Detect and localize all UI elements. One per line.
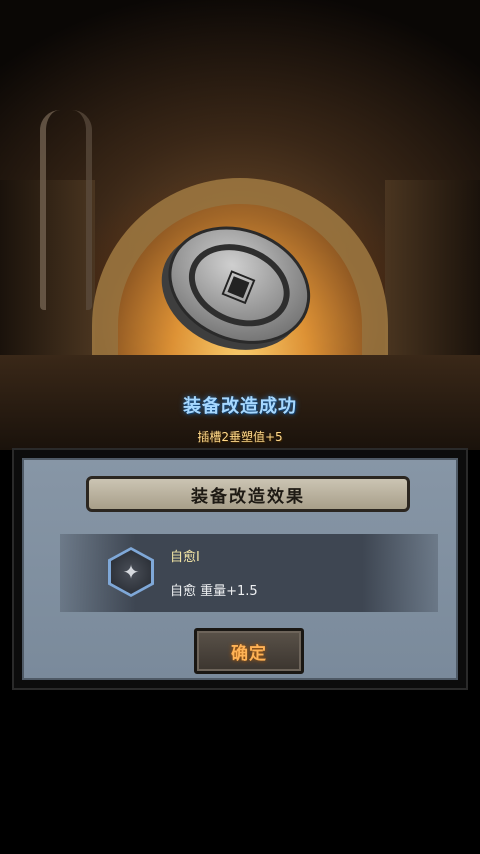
- coin-emblem-icon: ▣: [176, 229, 303, 341]
- effect-icon-frame: ✦: [108, 547, 154, 597]
- effect-description: 自愈 重量+1.5: [170, 584, 258, 599]
- sparkle-hex-icon: ✦: [111, 550, 151, 594]
- forge-background: ▣: [0, 0, 480, 450]
- confirm-button[interactable]: 确定: [194, 628, 304, 674]
- upgrade-success-subtitle: 插槽2垂塑值+5: [197, 430, 283, 444]
- tongs-decoration: [40, 110, 92, 310]
- effect-row: ✦ 自愈I 自愈 重量+1.5: [60, 534, 438, 612]
- effect-panel: 装备改造效果 ✦ 自愈I 自愈 重量+1.5 确定: [12, 448, 468, 690]
- upgrade-success-title: 装备改造成功: [183, 396, 297, 417]
- effect-panel-inner: 装备改造效果 ✦ 自愈I 自愈 重量+1.5 确定: [22, 458, 458, 680]
- panel-header: 装备改造效果: [86, 476, 410, 512]
- effect-name: 自愈I: [170, 550, 200, 565]
